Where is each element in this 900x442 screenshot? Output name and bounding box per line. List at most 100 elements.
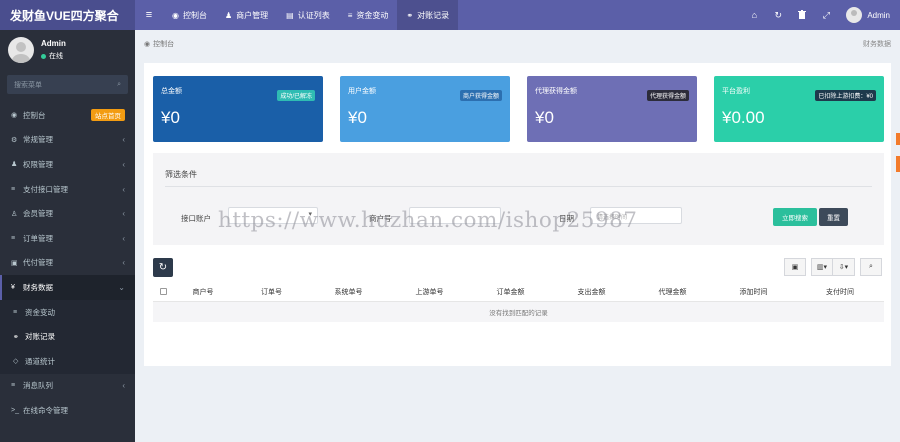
- column-header[interactable]: 订单金额: [472, 287, 549, 297]
- status-badge: 成功/已解冻: [277, 90, 315, 101]
- column-header[interactable]: 订单号: [233, 287, 310, 297]
- chevron-left-icon: ‹: [122, 258, 125, 268]
- channel-select[interactable]: [228, 207, 318, 224]
- topnav-fund-changes[interactable]: ≡ 资金变动: [339, 0, 398, 30]
- stat-card-platform: 平台盈利 已扣除上游扣费：¥0 ¥0.00: [714, 76, 884, 142]
- app-logo[interactable]: 发财鱼VUE四方聚合: [0, 0, 135, 30]
- menu-icon: ≡: [145, 9, 153, 21]
- sidebar-item-label: 订单管理: [23, 233, 53, 243]
- download-icon: ⇩▾: [838, 264, 849, 271]
- merchant-input[interactable]: [409, 207, 501, 224]
- sidebar-item-1[interactable]: ⚙ 常规管理 ‹: [0, 128, 135, 153]
- columns-button[interactable]: ▥▾: [811, 258, 833, 276]
- sidebar-item-0[interactable]: ◉ 控制台 站点首页: [0, 103, 135, 128]
- top-nav: ◉ 控制台 ♟ 商户管理 ▤ 认证列表 ≡ 资金变动 ⚭ 对账记录: [163, 0, 459, 30]
- chevron-left-icon: ‹: [122, 135, 125, 145]
- status-badge: 商户获得金额: [459, 90, 502, 101]
- refresh-icon: ↻: [158, 262, 168, 273]
- top-navbar: ≡ ◉ 控制台 ♟ 商户管理 ▤ 认证列表 ≡ 资金变动 ⚭ 对账记录 ⌂ ↻ ⤢ Adm…: [135, 0, 900, 30]
- export-button[interactable]: ▣: [784, 258, 806, 276]
- column-header[interactable]: 支付时间: [796, 287, 884, 297]
- column-header[interactable]: 上游单号: [387, 287, 472, 297]
- filter-title: 筛选条件: [165, 170, 197, 179]
- id-card-icon: ▤: [286, 10, 294, 20]
- column-header[interactable]: 添加时间: [711, 287, 796, 297]
- side-tab-marker[interactable]: [896, 133, 900, 145]
- sidebar-menu: ◉ 控制台 站点首页 ⚙ 常规管理 ‹ ♟ 权限管理 ‹ ≡ 支付接口管理 ‹ ♙ 会员管理 ‹ ≡ 订单管理 ‹…: [0, 103, 135, 423]
- sidebar-item-5[interactable]: ≡ 订单管理 ‹: [0, 226, 135, 251]
- stat-value: ¥0: [161, 108, 180, 127]
- sidebar: Admin 在线 搜索菜单 ⌕ ◉ 控制台 站点首页 ⚙ 常规管理 ‹ ♟ 权限管理 ‹ ≡ 支付接…: [0, 30, 135, 442]
- sidebar-item-label: 代付管理: [23, 258, 53, 268]
- sidebar-item-label: 在线命令管理: [23, 405, 68, 415]
- user-menu[interactable]: Admin: [838, 7, 900, 23]
- column-header[interactable]: 系统单号: [310, 287, 387, 297]
- merchant-label: 商户号: [369, 214, 392, 223]
- sidebar-item-9[interactable]: ⚭ 对账记录: [0, 324, 135, 349]
- sidebar-item-7[interactable]: ¥ 财务数据 ⌄: [0, 275, 135, 300]
- trash-icon[interactable]: [790, 9, 814, 21]
- breadcrumb-home[interactable]: 控制台: [153, 39, 174, 49]
- topnav-merchants[interactable]: ♟ 商户管理: [216, 0, 277, 30]
- column-header[interactable]: 支出金额: [549, 287, 634, 297]
- breadcrumb: ◉ 控制台 财务数据: [135, 30, 900, 58]
- money-icon: ▣: [11, 259, 18, 267]
- dashboard-icon: ◉: [144, 41, 151, 48]
- topnav-auth-list[interactable]: ▤ 认证列表: [277, 0, 339, 30]
- handshake-icon: ⚭: [13, 333, 19, 341]
- sidebar-item-3[interactable]: ≡ 支付接口管理 ‹: [0, 177, 135, 202]
- column-header[interactable]: 代理金额: [634, 287, 711, 297]
- sidebar-item-11[interactable]: ≡ 消息队列 ‹: [0, 374, 135, 399]
- online-status: 在线: [41, 51, 66, 61]
- table-refresh-button[interactable]: ↻: [153, 258, 173, 277]
- sidebar-item-label: 常规管理: [23, 135, 53, 145]
- chevron-left-icon: ‹: [122, 381, 125, 391]
- stat-value: ¥0: [535, 108, 554, 127]
- channel-label: 接口账户: [181, 214, 211, 223]
- topnav-reconciliation[interactable]: ⚭ 对账记录: [397, 0, 459, 30]
- table-search-button[interactable]: ⌕: [860, 258, 882, 276]
- reset-button[interactable]: 重置: [819, 208, 848, 226]
- status-badge: 已扣除上游扣费：¥0: [815, 90, 876, 101]
- user-name: Admin: [867, 10, 890, 20]
- yen-icon: ¥: [11, 283, 15, 291]
- stat-card-user: 用户金额 商户获得金额 ¥0: [340, 76, 510, 142]
- cogs-icon: ⚙: [11, 136, 18, 144]
- search-icon: ⌕: [869, 263, 873, 270]
- sidebar-item-label: 权限管理: [23, 159, 53, 169]
- group-icon: ♟: [11, 161, 18, 169]
- download-button[interactable]: ⇩▾: [833, 258, 855, 276]
- avatar: [846, 7, 863, 23]
- sidebar-item-label: 消息队列: [23, 381, 53, 391]
- sidebar-item-8[interactable]: ≡ 资金变动: [0, 299, 135, 325]
- stat-value: ¥0.00: [722, 108, 765, 127]
- empty-table-row: 没有找到匹配的记录: [153, 302, 884, 322]
- user-icon: ♙: [11, 210, 18, 218]
- sidebar-item-2[interactable]: ♟ 权限管理 ‹: [0, 152, 135, 177]
- chevron-left-icon: ‹: [122, 159, 125, 169]
- stat-card-agent: 代理获得金额 代理获得金额 ¥0: [527, 76, 697, 142]
- select-all-checkbox[interactable]: [153, 288, 173, 295]
- status-dot-icon: [41, 53, 46, 59]
- topnav-dashboard[interactable]: ◉ 控制台: [163, 0, 216, 30]
- fullscreen-icon[interactable]: ⤢: [814, 10, 838, 21]
- sidebar-item-10[interactable]: ◇ 通道统计: [0, 348, 135, 374]
- sidebar-user-name: Admin: [41, 39, 66, 48]
- home-icon[interactable]: ⌂: [742, 10, 766, 20]
- search-icon: ⌕: [117, 80, 121, 88]
- records-table: 商户号 订单号 系统单号 上游单号 订单金额 支出金额 代理金额 添加时间 支付时间 没有找到匹…: [153, 282, 884, 322]
- sidebar-item-label: 资金变动: [25, 307, 55, 317]
- sidebar-search-input[interactable]: 搜索菜单 ⌕: [7, 75, 128, 94]
- sidebar-toggle-button[interactable]: ≡: [135, 0, 163, 30]
- search-button[interactable]: 立即搜索: [773, 208, 817, 226]
- sidebar-item-6[interactable]: ▣ 代付管理 ‹: [0, 251, 135, 276]
- column-header[interactable]: 商户号: [173, 287, 233, 297]
- date-input[interactable]: 请选择时间: [590, 207, 682, 224]
- terminal-icon: >_: [11, 406, 19, 414]
- sidebar-item-4[interactable]: ♙ 会员管理 ‹: [0, 201, 135, 226]
- sidebar-item-12[interactable]: >_ 在线命令管理: [0, 398, 135, 423]
- refresh-icon[interactable]: ↻: [766, 10, 790, 21]
- dashboard-icon: ◉: [172, 10, 179, 20]
- side-tab-marker[interactable]: [896, 156, 900, 172]
- list-icon: ≡: [11, 234, 16, 242]
